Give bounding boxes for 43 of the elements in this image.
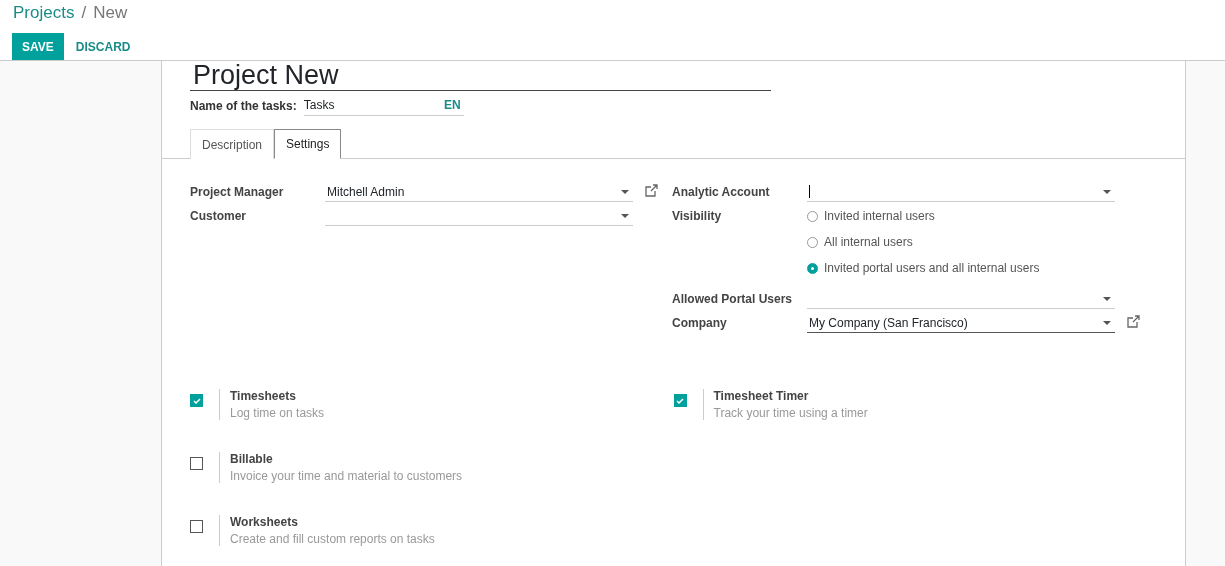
radio-label: Invited internal users <box>824 209 935 223</box>
field-label: Project Manager <box>190 184 285 199</box>
setting-label: Timesheets <box>230 389 297 403</box>
radio-button[interactable] <box>807 262 818 274</box>
setting-description: Log time on tasks <box>230 406 325 420</box>
caret-icon <box>621 214 629 218</box>
dropdown-field[interactable] <box>807 183 1115 202</box>
external-link-icon[interactable] <box>1127 315 1140 328</box>
setting-label: Timesheet Timer <box>713 389 810 403</box>
external-link-icon[interactable] <box>645 184 658 197</box>
field-label: Analytic Account <box>672 184 771 199</box>
dropdown-field[interactable]: Mitchell Admin <box>325 183 633 202</box>
setting-description: Track your time using a timer <box>713 406 868 420</box>
setting-label: Worksheets <box>230 515 299 529</box>
caret-icon <box>621 190 629 194</box>
checkmark-icon <box>676 397 684 404</box>
setting-description: Invoice your time and material to customers <box>230 469 463 483</box>
breadcrumb-link[interactable]: Projects <box>13 3 75 23</box>
radio-label: Invited portal users and all internal users <box>824 261 1040 275</box>
field-label: Name of the tasks: <box>190 99 297 113</box>
field-label: Customer <box>190 208 247 223</box>
setting-description: Create and fill custom reports on tasks <box>230 532 435 546</box>
task-name-field[interactable]: Tasks EN <box>303 96 464 116</box>
field-label: Visibility <box>672 208 723 223</box>
checkbox[interactable] <box>673 394 687 407</box>
checkbox[interactable] <box>190 394 203 407</box>
dropdown-field[interactable]: My Company (San Francisco) <box>807 314 1115 333</box>
tab[interactable]: Description <box>190 129 275 159</box>
setting-label: Billable <box>230 452 274 466</box>
field-label: Company <box>672 315 728 330</box>
tab[interactable]: Settings <box>274 129 342 159</box>
caret-icon <box>1103 190 1111 194</box>
checkbox[interactable] <box>190 520 203 533</box>
breadcrumb-separator: / <box>81 3 87 23</box>
discard-button[interactable]: DISCARD <box>65 33 141 60</box>
field-label: Allowed Portal Users <box>672 291 794 306</box>
checkbox[interactable] <box>190 457 203 470</box>
radio-label: All internal users <box>824 235 913 249</box>
caret-icon <box>1103 321 1111 325</box>
project-name-field[interactable]: Project New <box>190 61 771 91</box>
breadcrumb-current: New <box>93 3 128 23</box>
caret-icon <box>1103 297 1111 301</box>
checkmark-icon <box>192 397 201 404</box>
